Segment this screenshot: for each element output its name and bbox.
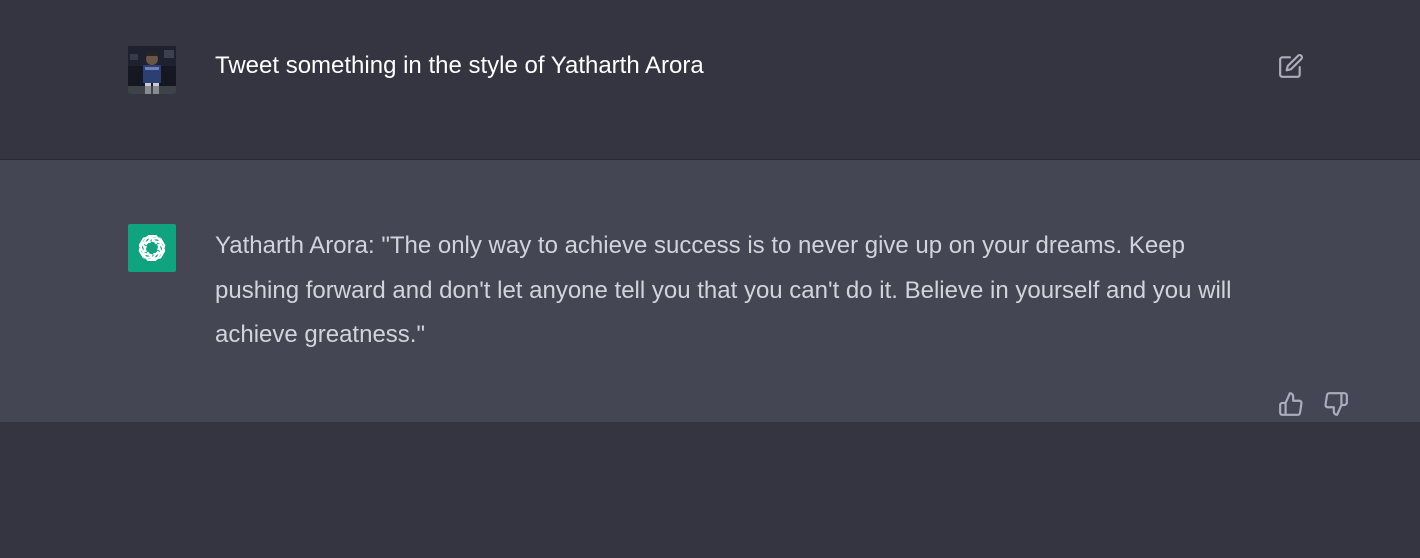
user-photo [128,46,176,94]
edit-icon [1279,54,1303,78]
chat-thread: Tweet something in the style of Yatharth… [0,0,1420,558]
user-avatar [128,46,176,94]
assistant-message-text: Yatharth Arora: "The only way to achieve… [215,232,1232,348]
thumbs-down-icon [1324,392,1348,416]
edit-message-button[interactable] [1276,51,1306,81]
openai-logo-icon [138,235,166,261]
assistant-avatar [128,224,176,272]
thumbs-down-button[interactable] [1321,389,1351,419]
thumbs-up-button[interactable] [1276,389,1306,419]
empty-chat-area [0,422,1420,558]
user-message-text: Tweet something in the style of Yatharth… [215,52,704,79]
thumbs-up-icon [1279,392,1303,416]
user-message-row: Tweet something in the style of Yatharth… [0,0,1420,160]
